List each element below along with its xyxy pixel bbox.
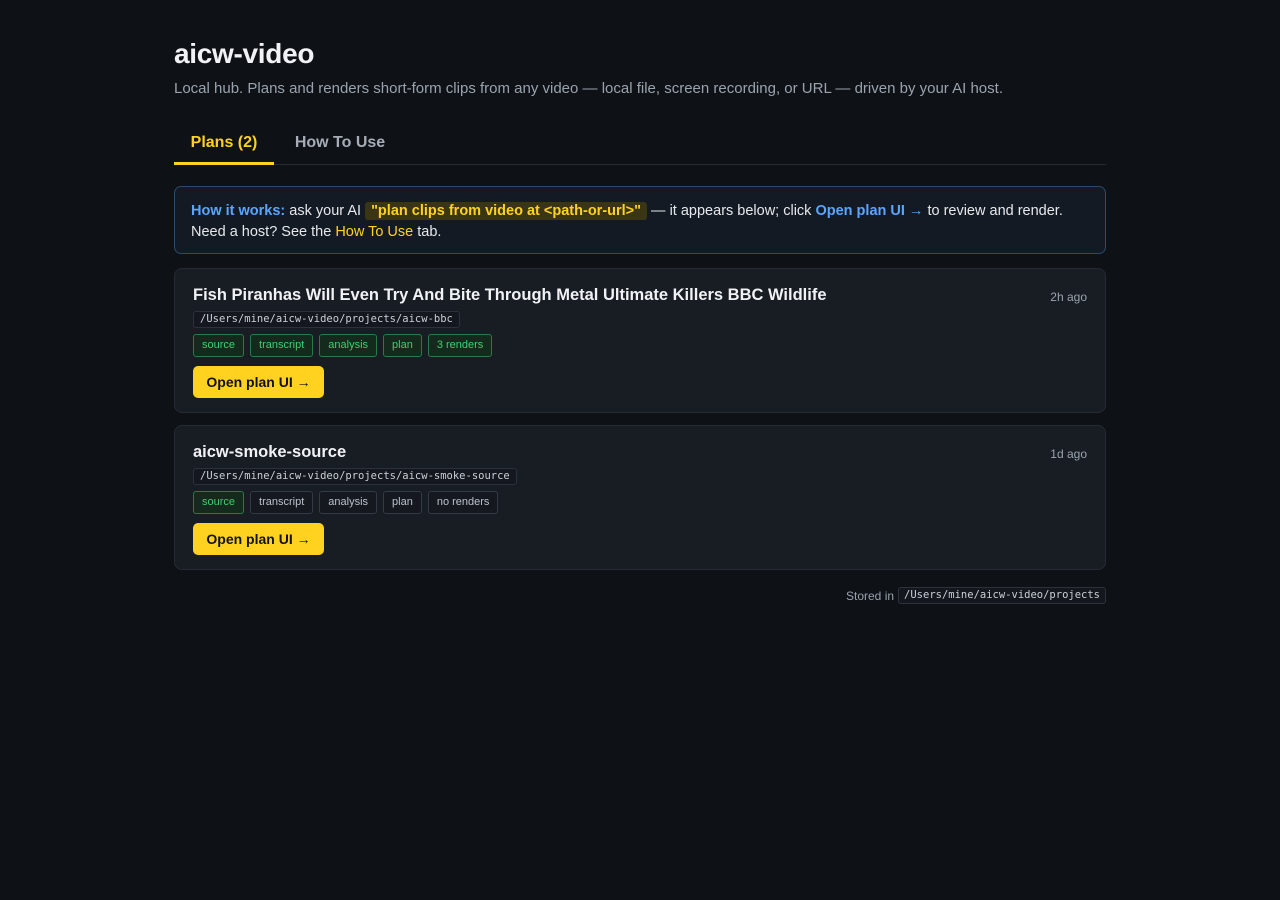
banner-text: tab.: [413, 224, 442, 240]
how-it-works-banner: How it works: ask your AI "plan clips fr…: [174, 186, 1106, 254]
storage-path: /Users/mine/aicw-video/projects: [898, 587, 1106, 604]
open-plan-ui-button[interactable]: Open plan UI →: [193, 523, 324, 555]
plan-status-badges: source transcript analysis plan no rende…: [193, 491, 499, 514]
status-badge: source: [193, 334, 245, 357]
plan-title: Fish Piranhas Will Even Try And Bite Thr…: [193, 286, 827, 304]
storage-label: Stored in: [846, 588, 895, 603]
banner-text: — it appears below; click: [647, 203, 816, 219]
status-badge: source: [193, 491, 245, 514]
status-badge: transcript: [250, 334, 314, 357]
banner-how-to-use-link[interactable]: How To Use: [335, 224, 413, 240]
status-badge: 3 renders: [427, 334, 493, 357]
plan-status-badges: source transcript analysis plan 3 render…: [193, 334, 493, 357]
open-plan-ui-button[interactable]: Open plan UI →: [193, 366, 324, 398]
plan-card: Fish Piranhas Will Even Try And Bite Thr…: [174, 268, 1106, 413]
banner-command: "plan clips from video at <path-or-url>": [365, 202, 648, 220]
plan-title: aicw-smoke-source: [193, 443, 347, 461]
tab-how-to-use[interactable]: How To Use: [286, 124, 394, 165]
storage-footer: Stored in /Users/mine/aicw-video/project…: [846, 587, 1106, 604]
status-badge: analysis: [319, 334, 378, 357]
tab-plans[interactable]: Plans (2): [174, 124, 274, 165]
plan-path: /Users/mine/aicw-video/projects/aicw-smo…: [193, 468, 517, 485]
status-badge: no renders: [427, 491, 499, 514]
page-subtitle: Local hub. Plans and renders short-form …: [174, 80, 1003, 97]
tab-bar: Plans (2) How To Use: [174, 124, 1106, 165]
status-badge: plan: [383, 334, 422, 357]
plan-timestamp: 1d ago: [1050, 447, 1087, 461]
banner-lead: How it works:: [191, 203, 286, 219]
plan-timestamp: 2h ago: [1050, 290, 1087, 304]
plan-path: /Users/mine/aicw-video/projects/aicw-bbc: [193, 311, 460, 328]
status-badge: analysis: [319, 491, 378, 514]
status-badge: transcript: [250, 491, 314, 514]
plan-card: aicw-smoke-source 1d ago /Users/mine/aic…: [174, 425, 1106, 570]
banner-open-plan-link[interactable]: Open plan UI →: [815, 203, 923, 219]
status-badge: plan: [383, 491, 422, 514]
page-title: aicw-video: [174, 38, 315, 69]
banner-text: ask your AI: [285, 203, 366, 219]
